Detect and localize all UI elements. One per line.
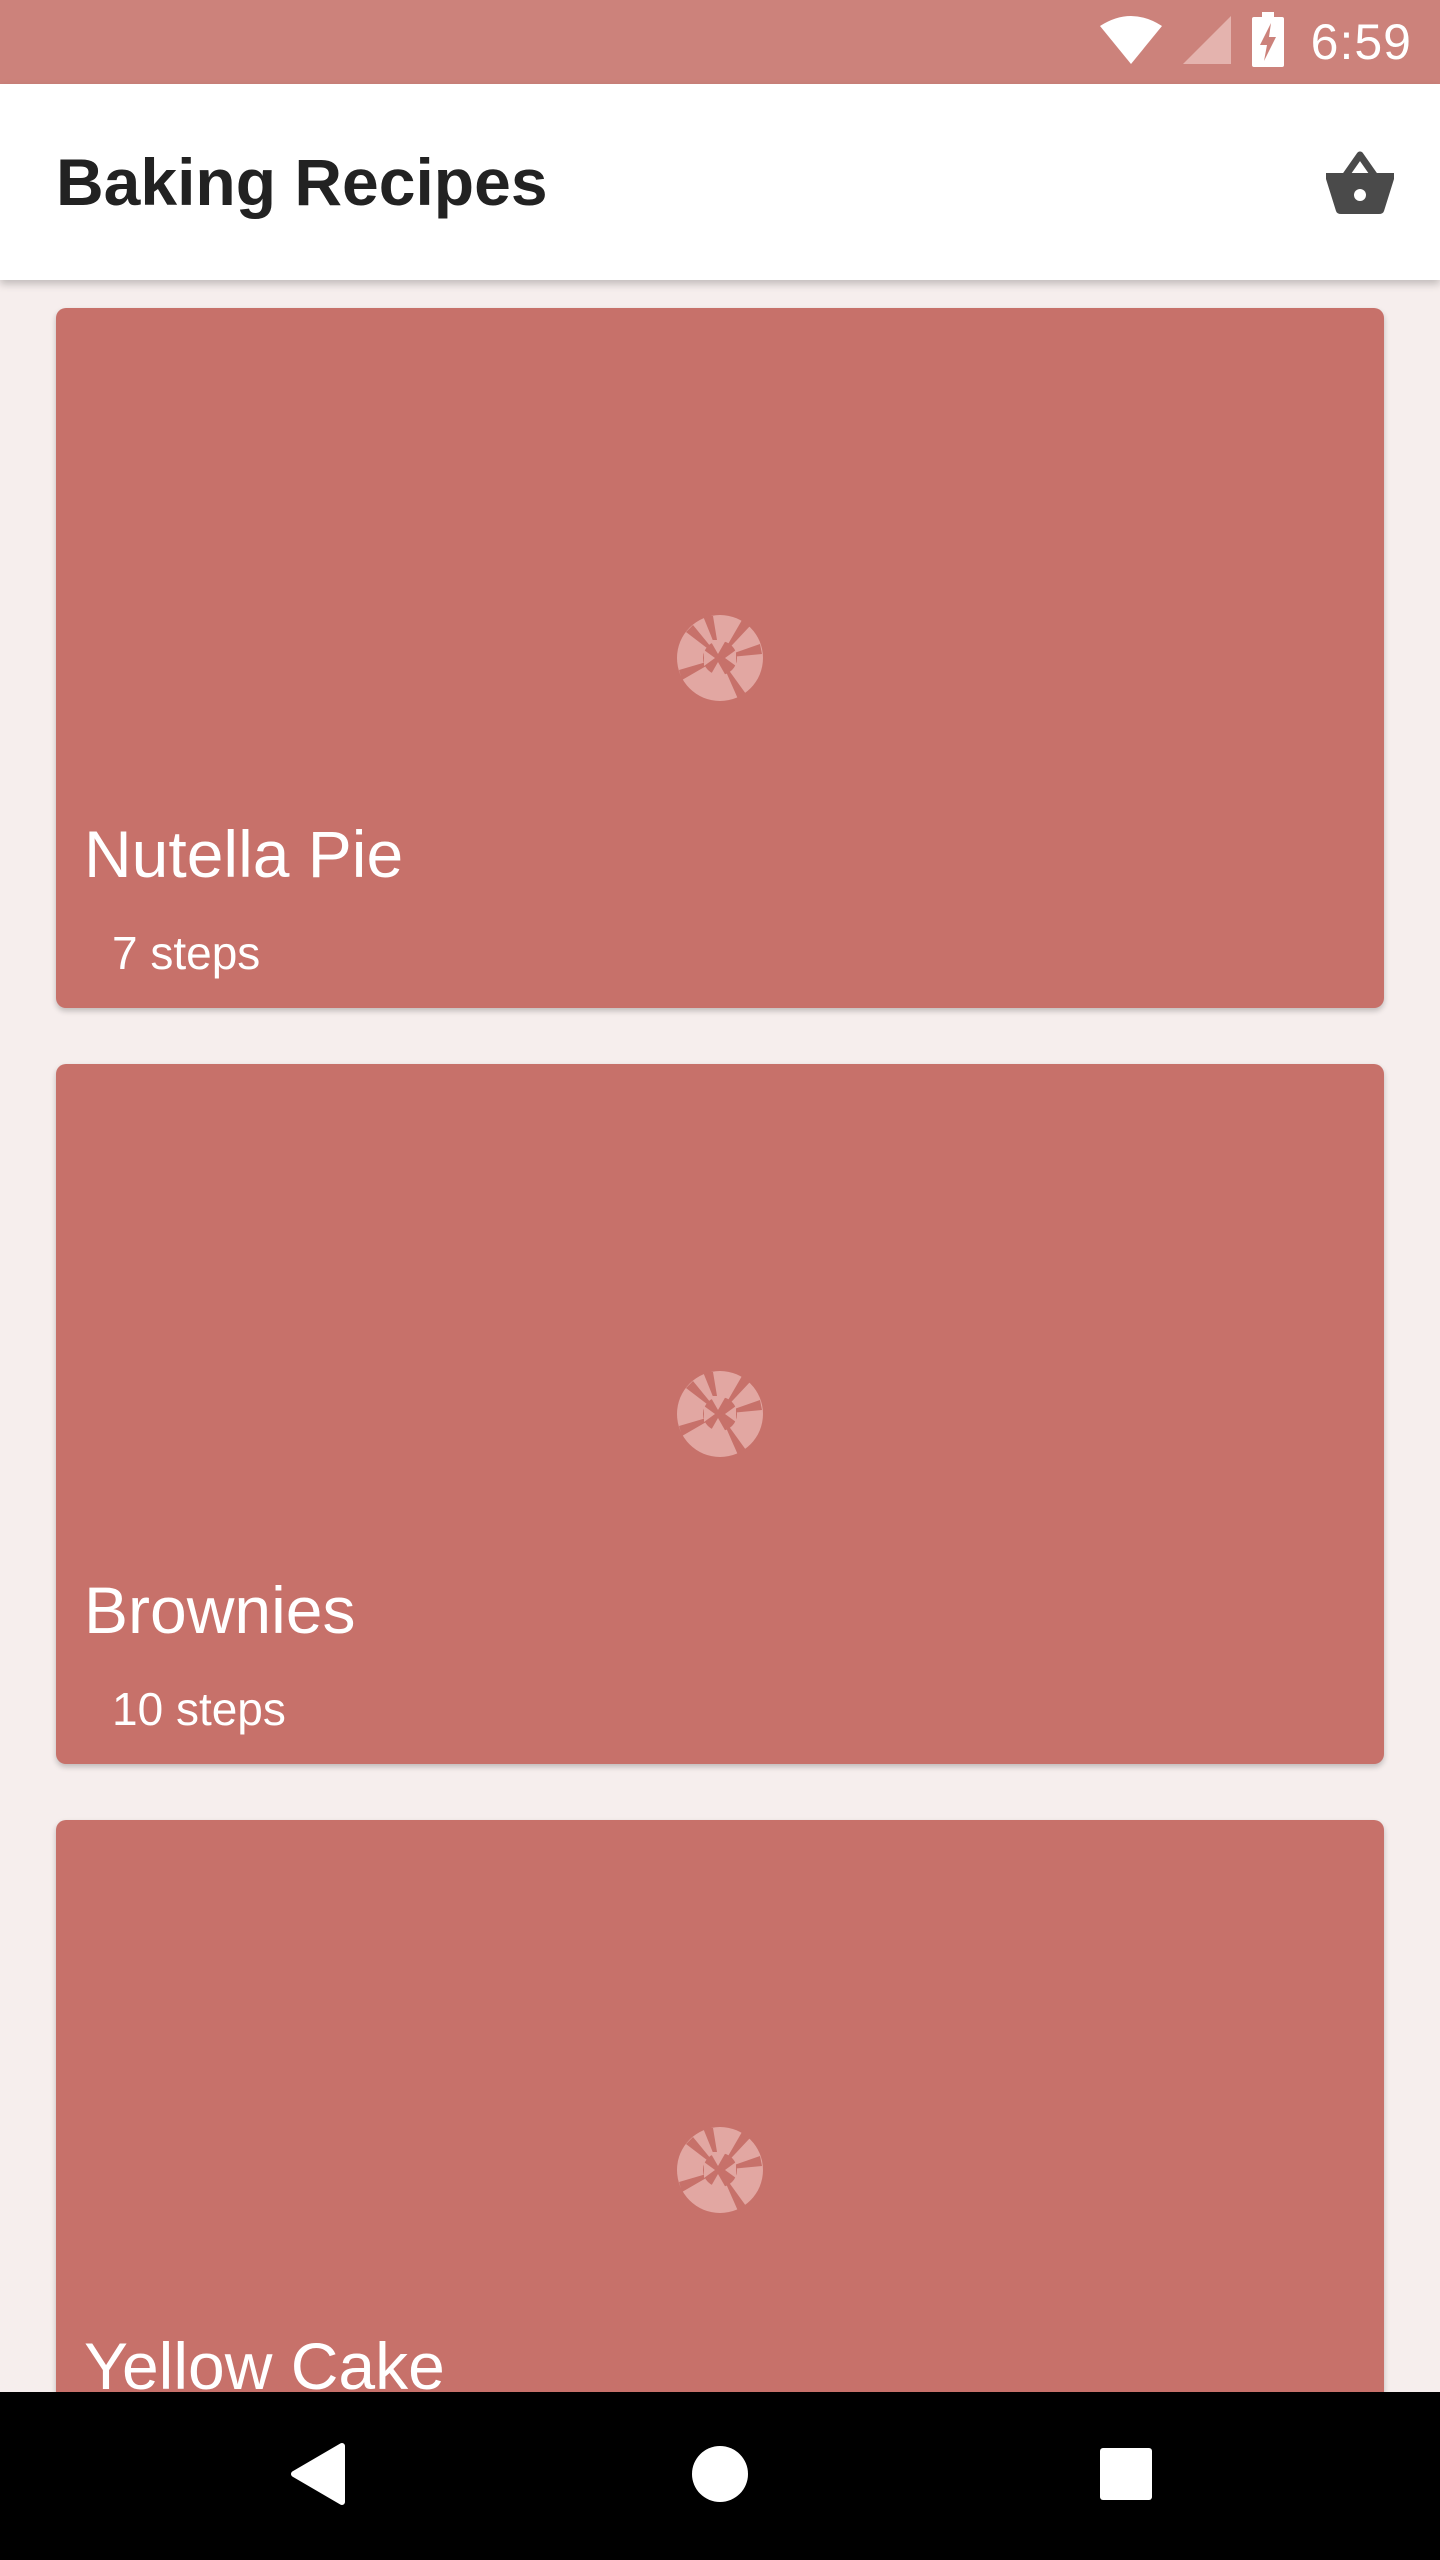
recipe-list: Nutella Pie 7 steps Brownies 10 steps Ye… [0, 280, 1440, 2392]
app-bar: Baking Recipes [0, 84, 1440, 280]
recipe-name: Nutella Pie [84, 817, 404, 891]
camera-aperture-icon [676, 1370, 764, 1458]
battery-charging-icon [1251, 11, 1285, 73]
back-icon [288, 2442, 348, 2511]
recipe-card-brownies[interactable]: Brownies 10 steps [56, 1064, 1384, 1764]
page-title: Baking Recipes [56, 145, 548, 219]
recipe-steps: 7 steps [112, 927, 261, 979]
recipe-card-nutella-pie[interactable]: Nutella Pie 7 steps [56, 308, 1384, 1008]
back-button[interactable] [270, 2428, 366, 2524]
home-button[interactable] [672, 2428, 768, 2524]
status-time: 6:59 [1310, 14, 1412, 70]
recipe-name: Yellow Cake [84, 2329, 445, 2392]
camera-aperture-icon [676, 614, 764, 702]
recents-icon [1098, 2446, 1154, 2507]
basket-icon [1324, 149, 1396, 220]
status-bar: 6:59 [0, 0, 1440, 84]
navigation-bar [0, 2392, 1440, 2560]
recipe-steps: 10 steps [112, 1683, 286, 1735]
recipe-card-yellow-cake[interactable]: Yellow Cake [56, 1820, 1384, 2392]
status-icons: 6:59 [1099, 11, 1412, 73]
cellular-signal-icon [1181, 14, 1233, 71]
basket-button[interactable] [1320, 144, 1400, 224]
recipe-name: Brownies [84, 1573, 356, 1647]
home-icon [690, 2444, 750, 2509]
wifi-icon [1099, 14, 1163, 71]
recents-button[interactable] [1078, 2428, 1174, 2524]
camera-aperture-icon [676, 2126, 764, 2214]
